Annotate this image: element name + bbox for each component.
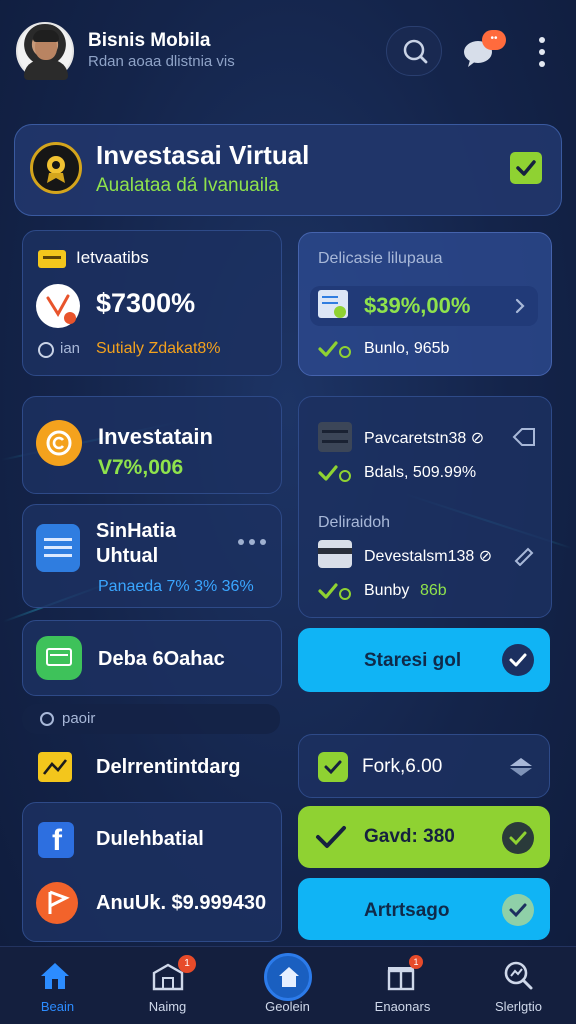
house-icon [279, 967, 299, 987]
check-circle-icon [40, 712, 54, 726]
document-icon [318, 290, 348, 318]
save-label: Gavd: 380 [364, 826, 455, 847]
nav-label-center: Geolein [265, 999, 310, 1014]
duleh-label: Dulehbatial [96, 828, 204, 850]
app-title: Bisnis Mobila [88, 30, 211, 51]
more-button[interactable] [530, 34, 554, 70]
badge-check-icon [502, 822, 534, 854]
check-circle-icon [502, 644, 534, 676]
stats-status: Sutialy Zdakat8% [96, 340, 221, 357]
calendar-icon [36, 524, 80, 572]
nav-label-store: Naimg [148, 999, 187, 1014]
flag-icon [36, 882, 78, 924]
home-icon [41, 963, 69, 989]
nav-label-insights: Slerlgtio [495, 999, 542, 1014]
simulasi-title-2: Uhtual [96, 545, 159, 567]
invest-value: V7%,006 [98, 456, 184, 479]
coin-icon [36, 420, 82, 466]
search-chart-icon [504, 961, 533, 990]
delren-label: Delrrentintdarg [96, 756, 241, 778]
nav-item-home[interactable]: Beain [0, 947, 115, 1024]
check-icon [316, 826, 346, 848]
stats-label: Ietvaatibs [76, 248, 149, 267]
double-check-icon [318, 465, 351, 482]
app-subtitle: Rdan aoaa dlistnia vis [88, 53, 235, 70]
more-vertical-icon [539, 37, 545, 67]
chevron-right-icon[interactable] [512, 296, 528, 316]
check-circle-icon [502, 894, 534, 926]
check-circle-icon [38, 342, 54, 358]
fork-label: Fork,6.00 [362, 756, 443, 777]
hero-title: Investasai Virtual [96, 140, 310, 170]
start-button-label: Staresi gol [364, 650, 462, 671]
anduk-label: AnuUk. $9.999430 [96, 892, 267, 914]
nav-label-home: Beain [40, 999, 75, 1014]
tag-icon[interactable] [510, 426, 538, 448]
delicasie-value: $39%,00% [364, 293, 471, 318]
nav-badge-gifts: 1 [409, 955, 423, 969]
artrt-label: Artrtsago [364, 900, 450, 921]
list-section-title: Deliraidoh [318, 514, 391, 531]
list-item-2-value: 86b [420, 582, 447, 599]
facebook-icon: f [38, 822, 74, 858]
stats-status-prefix: ian [60, 340, 81, 357]
simulasi-footer: Panaeda 7% 3% 36% [98, 578, 254, 595]
section-chip[interactable] [22, 704, 280, 734]
chart-pie-icon [36, 284, 80, 328]
delicasie-title: Delicasie lilupaua [318, 250, 443, 267]
stats-value: $7300% [96, 288, 196, 318]
list-item-2-sub: Bunby [364, 582, 410, 599]
check-icon [516, 160, 536, 176]
nav-active-ring [264, 953, 312, 1001]
list-item-2-title: Devestalsm138 ⊘ [364, 548, 493, 565]
list-item-1-title: Pavcaretstn38 ⊘ [364, 430, 485, 447]
edit-icon[interactable] [510, 544, 538, 566]
deba-label: Deba 6Oahac [98, 648, 225, 670]
nav-item-insights[interactable]: Slerlgtio [461, 947, 576, 1024]
chat-badge: •• [482, 30, 506, 50]
bottom-nav: Beain 1 Naimg Geolein 1 Enaonars Slerlgt… [0, 946, 576, 1024]
award-icon [30, 142, 82, 194]
swap-icon[interactable] [506, 754, 536, 780]
server-icon [318, 422, 352, 452]
hero-subtitle: Aualataa dá Ivanuaila [96, 175, 279, 196]
wallet-icon [38, 250, 66, 268]
nav-item-gifts[interactable]: 1 Enaonars [345, 947, 460, 1024]
list-item-1-sub: Bdals, 509.99% [364, 464, 477, 481]
search-icon [403, 39, 428, 64]
hero-checkbox[interactable] [510, 152, 542, 184]
double-check-icon [318, 341, 351, 358]
double-check-icon [318, 583, 351, 600]
chart-icon [38, 752, 72, 782]
nav-item-center[interactable]: Geolein [230, 947, 345, 1024]
shield-check-icon [318, 752, 348, 782]
delicasie-footer: Bunlo, 965b [364, 340, 450, 357]
nav-badge-store: 1 [178, 955, 196, 973]
nav-item-store[interactable]: 1 Naimg [110, 947, 225, 1024]
invest-title: Investatain [98, 424, 213, 449]
simulasi-title-1: SinHatia [96, 520, 177, 542]
more-horizontal-icon[interactable] [236, 536, 268, 548]
nav-label-gifts: Enaonars [374, 999, 431, 1014]
search-button[interactable] [386, 26, 442, 76]
avatar[interactable] [16, 22, 74, 80]
card-icon [318, 540, 352, 568]
section-chip-label: paoir [62, 710, 96, 727]
chat-bubble-icon [36, 636, 82, 680]
